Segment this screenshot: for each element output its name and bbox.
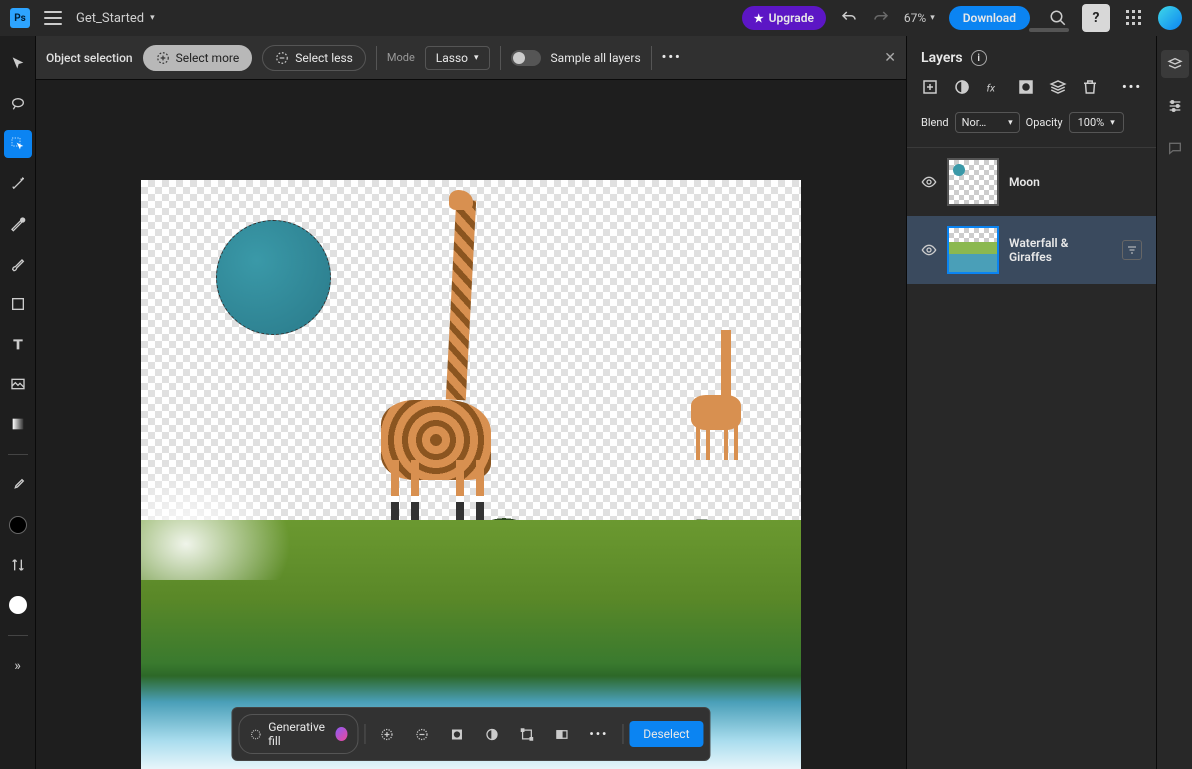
blend-label: Blend	[921, 116, 949, 129]
user-avatar[interactable]	[1158, 6, 1182, 30]
heal-brush-tool[interactable]	[4, 210, 32, 238]
background-color[interactable]	[4, 591, 32, 619]
layers-panel-icon[interactable]	[1161, 50, 1189, 78]
lasso-tool[interactable]	[4, 90, 32, 118]
foreground-color[interactable]	[4, 511, 32, 539]
apps-grid-icon[interactable]	[1120, 4, 1148, 32]
zoom-dropdown[interactable]: 67%▾	[904, 11, 935, 25]
svg-text:fx: fx	[987, 82, 997, 95]
select-more-button[interactable]: Select more	[143, 45, 253, 71]
adjustment-layer-icon[interactable]	[953, 78, 971, 96]
ai-badge-icon	[336, 727, 348, 741]
text-tool[interactable]	[4, 330, 32, 358]
fill-icon[interactable]	[546, 721, 577, 748]
mask-icon[interactable]	[441, 721, 472, 748]
moon-selection[interactable]	[216, 220, 331, 335]
move-tool[interactable]	[4, 50, 32, 78]
opacity-label: Opacity	[1026, 116, 1063, 129]
more-options-icon[interactable]: •••	[662, 50, 682, 65]
giraffe-1	[371, 200, 501, 520]
brush-tool[interactable]	[4, 250, 32, 278]
swap-colors-icon[interactable]	[4, 551, 32, 579]
document-title[interactable]: Get_Started▾	[76, 11, 155, 26]
mode-label: Mode	[387, 51, 415, 64]
layer-group-icon[interactable]	[1049, 78, 1067, 96]
layer-name-label: Waterfall & Giraffes	[1009, 236, 1112, 264]
layer-filter-icon[interactable]	[1122, 240, 1142, 260]
panel-title: Layers	[921, 50, 963, 66]
place-image-tool[interactable]	[4, 370, 32, 398]
contract-selection-icon[interactable]	[406, 721, 437, 748]
more-actions-icon[interactable]: •••	[581, 721, 616, 747]
layer-thumbnail	[947, 226, 999, 274]
layer-waterfall-giraffes[interactable]: Waterfall & Giraffes	[907, 216, 1156, 284]
layer-name-label: Moon	[1009, 175, 1142, 189]
panel-drag-handle[interactable]	[1029, 28, 1069, 32]
help-icon[interactable]: ?	[1082, 4, 1110, 32]
redo-icon[interactable]	[872, 9, 890, 27]
adjustment-icon[interactable]	[476, 721, 507, 748]
opacity-dropdown[interactable]: 100%▾	[1069, 112, 1124, 133]
add-layer-icon[interactable]	[921, 78, 939, 96]
eyedropper-tool[interactable]	[4, 471, 32, 499]
hamburger-menu-icon[interactable]	[44, 11, 62, 25]
gradient-tool[interactable]	[4, 410, 32, 438]
undo-icon[interactable]	[840, 9, 858, 27]
contextual-taskbar: Generative fill ••• Deselect	[231, 707, 710, 761]
visibility-toggle-icon[interactable]	[921, 174, 937, 190]
star-icon: ★	[754, 12, 764, 25]
sample-layers-toggle[interactable]	[511, 50, 541, 66]
comments-panel-icon[interactable]	[1161, 134, 1189, 162]
layer-thumbnail	[947, 158, 999, 206]
info-icon[interactable]: i	[971, 50, 987, 66]
sample-layers-label: Sample all layers	[551, 51, 641, 65]
properties-panel-icon[interactable]	[1161, 92, 1189, 120]
options-title: Object selection	[46, 51, 133, 65]
mode-dropdown[interactable]: Lasso▾	[425, 46, 490, 70]
deselect-button[interactable]: Deselect	[629, 721, 703, 747]
object-select-tool[interactable]	[4, 130, 32, 158]
transform-icon[interactable]	[511, 721, 542, 748]
fx-icon[interactable]: fx	[985, 78, 1003, 96]
generative-fill-button[interactable]: Generative fill	[238, 714, 358, 754]
visibility-toggle-icon[interactable]	[921, 242, 937, 258]
select-less-button[interactable]: Select less	[262, 45, 366, 71]
delete-layer-icon[interactable]	[1081, 78, 1099, 96]
close-options-icon[interactable]: ✕	[884, 50, 896, 66]
shape-tool[interactable]	[4, 290, 32, 318]
giraffe-2	[686, 330, 756, 460]
magic-wand-tool[interactable]	[4, 170, 32, 198]
more-tools-icon[interactable]: »	[4, 652, 32, 680]
layer-moon[interactable]: Moon	[907, 148, 1156, 216]
canvas[interactable]	[141, 180, 801, 769]
download-button[interactable]: Download	[949, 6, 1030, 30]
app-logo: Ps	[10, 8, 30, 28]
expand-selection-icon[interactable]	[371, 721, 402, 748]
blend-mode-dropdown[interactable]: Nor…▾	[955, 112, 1020, 133]
layer-more-icon[interactable]: •••	[1122, 80, 1142, 95]
upgrade-button[interactable]: ★Upgrade	[742, 6, 826, 30]
add-mask-icon[interactable]	[1017, 78, 1035, 96]
